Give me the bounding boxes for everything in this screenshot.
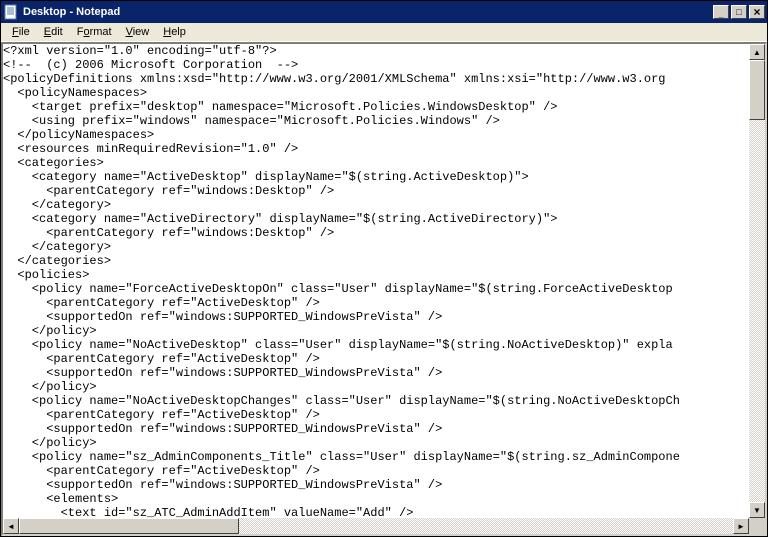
chevron-up-icon: ▲ [753,48,761,57]
menu-edit-rest: dit [51,26,63,38]
maximize-button[interactable]: □ [731,5,747,19]
close-icon: × [753,8,760,16]
app-icon [3,4,19,20]
minimize-button[interactable]: _ [713,5,729,19]
menu-file[interactable]: File [5,24,37,40]
horizontal-scrollbar[interactable]: ◄ ► [3,518,749,534]
hscroll-thumb[interactable] [19,518,239,534]
maximize-icon: □ [736,7,741,17]
minimize-icon: _ [718,9,723,19]
text-editor[interactable]: <?xml version="1.0" encoding="utf-8"?> <… [3,44,749,518]
window-titlebar[interactable]: Desktop - Notepad _ □ × [1,1,767,23]
scroll-down-button[interactable]: ▼ [749,502,765,518]
menu-format[interactable]: Format [70,24,119,40]
vscroll-track[interactable] [749,60,765,502]
menu-format-rest: rmat [90,26,112,38]
menu-view[interactable]: View [119,24,157,40]
menu-help-rest: elp [171,26,186,38]
scroll-up-button[interactable]: ▲ [749,44,765,60]
hscroll-track[interactable] [19,518,733,534]
scroll-left-button[interactable]: ◄ [3,518,19,534]
window-controls: _ □ × [711,5,765,19]
chevron-left-icon: ◄ [7,522,15,531]
scroll-corner [749,518,765,534]
menu-file-rest: ile [19,26,30,38]
menu-help[interactable]: Help [156,24,193,40]
editor-area: <?xml version="1.0" encoding="utf-8"?> <… [1,42,767,536]
chevron-down-icon: ▼ [753,506,761,515]
menu-edit[interactable]: Edit [37,24,70,40]
chevron-right-icon: ► [737,522,745,531]
window-title: Desktop - Notepad [23,6,120,18]
close-button[interactable]: × [749,5,765,19]
menu-bar: File Edit Format View Help [1,23,767,42]
vscroll-thumb[interactable] [749,60,765,120]
menu-view-rest: iew [133,26,150,38]
vertical-scrollbar[interactable]: ▲ ▼ [749,44,765,518]
scroll-right-button[interactable]: ► [733,518,749,534]
